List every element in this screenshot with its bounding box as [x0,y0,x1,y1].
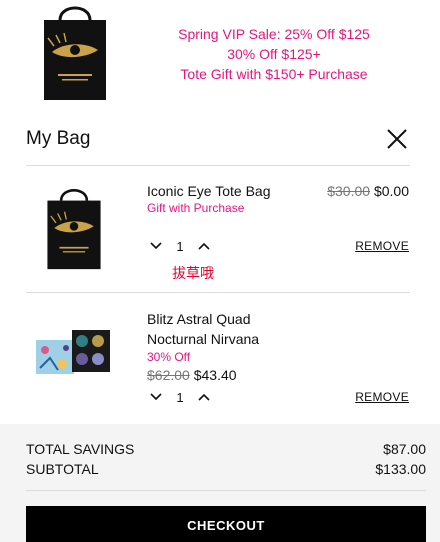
tote-bag-image [44,6,106,100]
chevron-up-icon[interactable] [195,237,213,255]
subtotal-label: SUBTOTAL [26,461,99,477]
divider [26,292,410,293]
quantity-stepper: 1 [147,387,213,407]
close-icon[interactable] [384,126,410,152]
promo-line-2: 30% Off $125+ [227,46,321,62]
promo-banner: Spring VIP Sale: 25% Off $125 30% Off $1… [0,0,440,118]
promo-line-3: Tote Gift with $150+ Purchase [180,66,368,82]
chevron-down-icon[interactable] [147,237,165,255]
item-name-line-2[interactable]: Nocturnal Nirvana [147,329,259,349]
item-price-group: $30.00 $0.00 [327,183,409,199]
overlay-text: 拔草哦 [172,266,214,282]
current-price: $0.00 [373,183,409,199]
current-price: $43.40 [193,367,237,383]
eyeshadow-palette-thumbnail[interactable] [36,330,112,376]
original-price: $30.00 [327,183,371,199]
item-name[interactable]: Iconic Eye Tote Bag [147,181,270,201]
bag-header: My Bag [26,126,410,166]
quantity-stepper: 1 [147,236,213,256]
divider [26,490,426,491]
item-price-group: $62.00 $43.40 [147,367,237,383]
promo-line-1: Spring VIP Sale: 25% Off $125 [178,26,370,42]
checkout-button[interactable]: CHECKOUT [26,506,426,542]
bag-title: My Bag [26,128,91,149]
item-discount: 30% Off [147,350,191,364]
item-subtitle: Gift with Purchase [147,201,245,215]
cart-item: Iconic Eye Tote Bag Gift with Purchase $… [26,176,410,292]
divider [26,165,410,166]
quantity-value: 1 [176,389,184,405]
cart-item: Blitz Astral Quad Nocturnal Nirvana 30% … [26,304,410,416]
quantity-value: 1 [176,238,184,254]
remove-button[interactable]: REMOVE [355,239,409,253]
item-name-line-1[interactable]: Blitz Astral Quad [147,309,251,329]
original-price: $62.00 [147,367,190,383]
total-savings-value: $87.00 [383,441,426,457]
subtotal-value: $133.00 [375,461,426,477]
tote-bag-thumbnail[interactable] [44,184,104,272]
promo-text: Spring VIP Sale: 25% Off $125 30% Off $1… [168,24,380,84]
order-summary: TOTAL SAVINGS $87.00 SUBTOTAL $133.00 CH… [0,424,440,542]
remove-button[interactable]: REMOVE [355,390,409,404]
chevron-down-icon[interactable] [147,388,165,406]
chevron-up-icon[interactable] [195,388,213,406]
total-savings-label: TOTAL SAVINGS [26,441,135,457]
